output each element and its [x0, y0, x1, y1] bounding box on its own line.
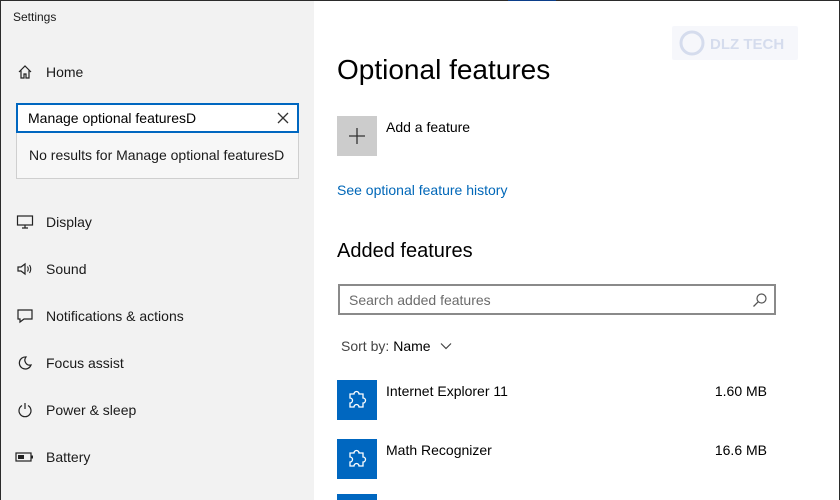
page-title: Optional features	[337, 54, 551, 85]
sidebar-item-focus-assist[interactable]: Focus assist	[1, 345, 314, 381]
app-title: Settings	[13, 10, 57, 24]
search-no-results: No results for Manage optional featuresD	[16, 133, 299, 179]
settings-search-input[interactable]	[18, 105, 273, 131]
added-features-heading: Added features	[337, 240, 473, 262]
sidebar-item-label: Battery	[46, 449, 91, 465]
sidebar-item-home[interactable]: Home	[1, 54, 314, 90]
sidebar: Settings Home No results for Manage opti…	[1, 1, 314, 500]
next-feature-tile-partial	[337, 494, 377, 500]
sidebar-item-label: Focus assist	[46, 355, 124, 371]
notifications-icon	[15, 306, 35, 326]
puzzle-icon	[337, 439, 377, 479]
battery-icon	[15, 447, 35, 467]
sort-label: Sort by:	[341, 338, 390, 354]
feature-size: 1.60 MB	[714, 383, 767, 399]
display-icon	[15, 212, 35, 232]
chevron-down-icon	[440, 343, 452, 350]
sidebar-item-label: Home	[46, 64, 84, 80]
clear-search-icon[interactable]	[275, 110, 291, 126]
sort-dropdown[interactable]: Sort by: Name	[341, 338, 453, 354]
sidebar-item-display[interactable]: Display	[1, 204, 314, 240]
sound-icon	[15, 259, 35, 279]
puzzle-icon	[337, 380, 377, 420]
feature-name: Math Recognizer	[386, 442, 492, 458]
dlz-tech-watermark-logo: DLZ TECH	[672, 26, 798, 60]
plus-icon	[349, 128, 365, 144]
feature-row-math-recognizer[interactable]: Math Recognizer 16.6 MB	[337, 439, 777, 479]
home-icon	[15, 62, 35, 82]
focus-assist-icon	[15, 353, 35, 373]
add-feature-label[interactable]: Add a feature	[386, 119, 470, 135]
power-icon	[15, 400, 35, 420]
sidebar-item-label: Power & sleep	[46, 402, 137, 418]
search-icon	[753, 293, 767, 307]
sidebar-item-battery[interactable]: Battery	[1, 439, 314, 475]
optional-feature-history-link[interactable]: See optional feature history	[337, 182, 507, 198]
sidebar-item-notifications[interactable]: Notifications & actions	[1, 298, 314, 334]
sidebar-item-label: Notifications & actions	[46, 308, 184, 324]
add-feature-button[interactable]	[337, 116, 377, 156]
svg-text:DLZ TECH: DLZ TECH	[710, 36, 784, 53]
sidebar-item-sound[interactable]: Sound	[1, 251, 314, 287]
added-features-search-box[interactable]	[338, 284, 776, 315]
feature-size: 16.6 MB	[714, 442, 767, 458]
added-features-search-input[interactable]	[340, 286, 740, 313]
sidebar-item-power-sleep[interactable]: Power & sleep	[1, 392, 314, 428]
feature-row-internet-explorer[interactable]: Internet Explorer 11 1.60 MB	[337, 380, 777, 420]
feature-name: Internet Explorer 11	[386, 383, 508, 399]
sort-value: Name	[393, 338, 431, 354]
sidebar-item-label: Display	[46, 214, 92, 230]
settings-search-box[interactable]	[16, 103, 299, 133]
sidebar-item-label: Sound	[46, 261, 87, 277]
